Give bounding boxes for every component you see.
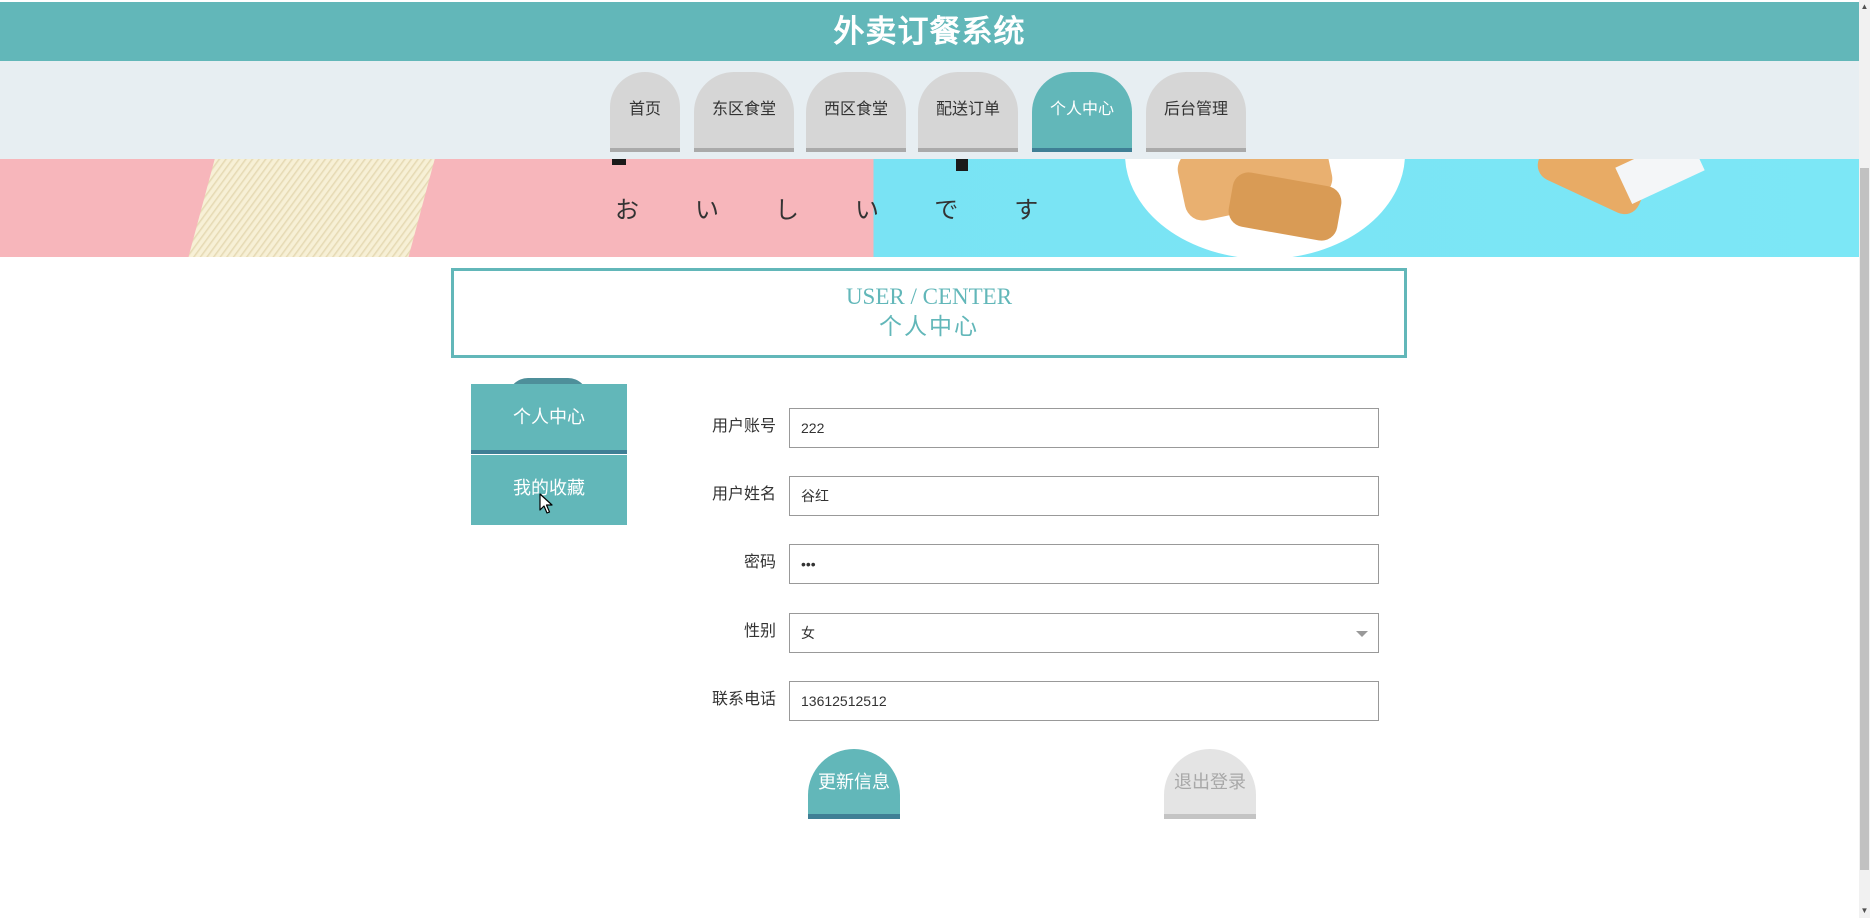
password-field[interactable]: [789, 544, 1379, 584]
name-field[interactable]: [789, 476, 1379, 516]
banner-image: おいしいです: [0, 159, 1859, 257]
calligraphy-stroke: [956, 159, 968, 171]
nav-tab-west-canteen[interactable]: 西区食堂: [806, 72, 906, 152]
nav-tab-east-canteen[interactable]: 东区食堂: [694, 72, 794, 152]
section-title-en: USER / CENTER: [845, 284, 1013, 309]
sidebar-item-personal-center[interactable]: 个人中心: [471, 384, 627, 454]
site-title: 外卖订餐系统: [833, 14, 1026, 49]
wrapper-paper-graphic: [1615, 159, 1705, 205]
nav-tab-admin[interactable]: 后台管理: [1146, 72, 1246, 152]
calligraphy-stroke: [612, 159, 626, 165]
gender-label: 性别: [743, 623, 776, 640]
scrollbar-thumb[interactable]: [1860, 168, 1869, 870]
section-title-box: USER / CENTER 个人中心: [451, 268, 1407, 358]
noodles-graphic: [185, 159, 435, 257]
account-label: 用户账号: [711, 418, 776, 435]
main-nav: 首页 东区食堂 西区食堂 配送订单 个人中心 后台管理: [0, 61, 1859, 159]
password-label: 密码: [743, 554, 776, 571]
phone-label: 联系电话: [711, 691, 776, 708]
gender-select-value: 女: [801, 625, 815, 641]
nav-tab-delivery-orders[interactable]: 配送订单: [918, 72, 1018, 152]
name-label: 用户姓名: [711, 486, 776, 503]
nav-tab-personal-center[interactable]: 个人中心: [1032, 72, 1132, 152]
scroll-down-arrow-icon[interactable]: ▼: [1860, 906, 1869, 916]
vertical-scrollbar[interactable]: ▲ ▼: [1859, 0, 1870, 918]
phone-field[interactable]: [789, 681, 1379, 721]
update-info-button[interactable]: 更新信息: [808, 749, 900, 819]
section-title-cn: 个人中心: [879, 314, 979, 339]
chevron-down-icon: [1356, 631, 1368, 637]
account-field[interactable]: [789, 408, 1379, 448]
gender-select[interactable]: 女: [789, 613, 1379, 653]
banner-caption: おいしいです: [615, 196, 1095, 224]
scroll-up-arrow-icon[interactable]: ▲: [1860, 2, 1869, 12]
logout-button[interactable]: 退出登录: [1164, 749, 1256, 819]
mouse-cursor-icon: [539, 493, 553, 514]
nav-tab-home[interactable]: 首页: [610, 72, 680, 152]
site-header: 外卖订餐系统: [0, 2, 1859, 61]
